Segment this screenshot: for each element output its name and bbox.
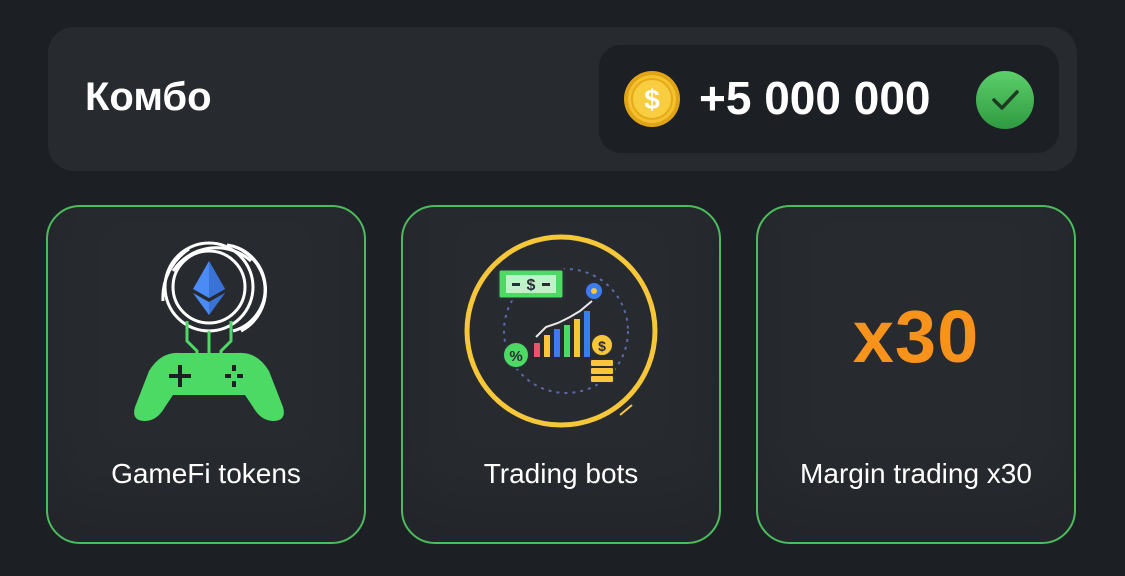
svg-text:%: % [509, 348, 522, 365]
card-label-margin-trading: Margin trading x30 [800, 458, 1032, 489]
card-label-gamefi: GameFi tokens [111, 458, 301, 489]
coin-icon: $ [624, 71, 680, 127]
gamefi-controller-icon [134, 241, 284, 421]
combo-reward-amount: +5 000 000 [699, 72, 931, 124]
combo-title: Комбо [85, 75, 212, 119]
combo-card-trading-bots[interactable]: $ % $ Trading bots [401, 205, 721, 544]
svg-text:$: $ [527, 277, 536, 294]
check-icon [976, 71, 1034, 129]
combo-screen: Комбо $ +5 000 000 GameFi tokens $ % $ T… [0, 0, 1125, 576]
svg-text:$: $ [644, 84, 660, 115]
combo-card-gamefi[interactable]: GameFi tokens [46, 205, 366, 544]
svg-text:$: $ [598, 338, 606, 354]
combo-reward-pill: $ +5 000 000 [599, 45, 1059, 153]
trading-bots-icon: $ % $ [464, 234, 658, 428]
multiplier-x30: x30 [852, 295, 980, 378]
combo-card-margin-trading[interactable]: x30 Margin trading x30 [756, 205, 1076, 544]
combo-bar: Комбо $ +5 000 000 [48, 27, 1077, 171]
card-label-trading-bots: Trading bots [483, 458, 639, 489]
